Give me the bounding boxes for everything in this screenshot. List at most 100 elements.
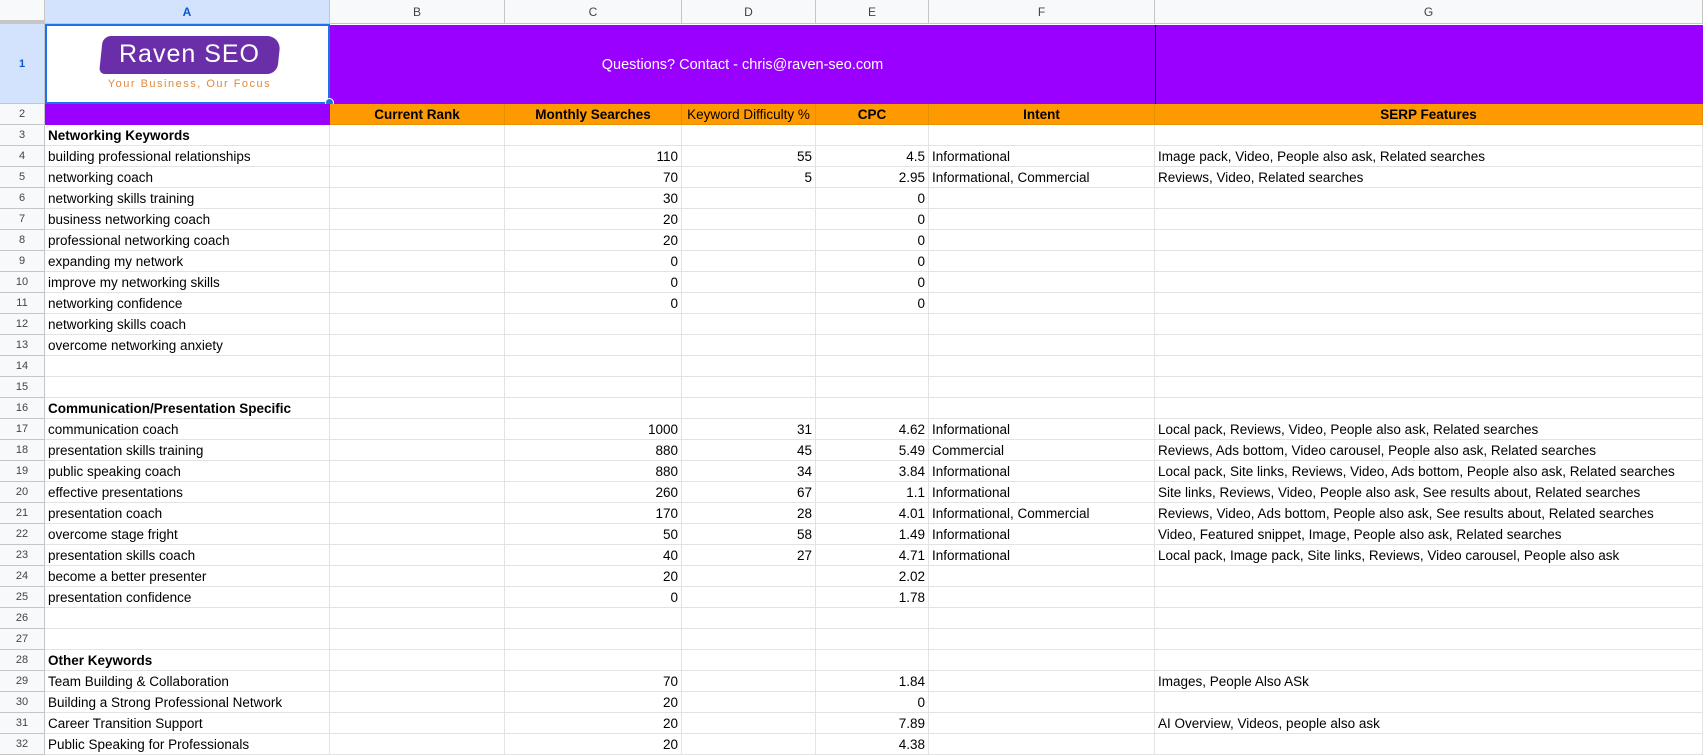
column-header-c[interactable]: C [505, 0, 682, 24]
cell-g28[interactable] [1155, 650, 1703, 671]
row-header-8[interactable]: 8 [0, 230, 45, 251]
cell-g9[interactable] [1155, 251, 1703, 272]
cell-b28[interactable] [330, 650, 505, 671]
cell-f21[interactable]: Informational, Commercial [929, 503, 1155, 524]
select-all-corner[interactable] [0, 0, 45, 24]
row-header-3[interactable]: 3 [0, 125, 45, 146]
cell-b12[interactable] [330, 314, 505, 335]
cell-b27[interactable] [330, 629, 505, 650]
cell-c28[interactable] [505, 650, 682, 671]
row-header-12[interactable]: 12 [0, 314, 45, 335]
cell-g20[interactable]: Site links, Reviews, Video, People also … [1155, 482, 1703, 503]
cell-e20[interactable]: 1.1 [816, 482, 929, 503]
cell-e12[interactable] [816, 314, 929, 335]
cell-f4[interactable]: Informational [929, 146, 1155, 167]
cell-d5[interactable]: 5 [682, 167, 816, 188]
cell-e3[interactable] [816, 125, 929, 146]
cell-b5[interactable] [330, 167, 505, 188]
cell-c22[interactable]: 50 [505, 524, 682, 545]
column-header-b[interactable]: B [330, 0, 505, 24]
cell-e24[interactable]: 2.02 [816, 566, 929, 587]
cell-d9[interactable] [682, 251, 816, 272]
cell-e8[interactable]: 0 [816, 230, 929, 251]
cell-c5[interactable]: 70 [505, 167, 682, 188]
cell-f8[interactable] [929, 230, 1155, 251]
cell-a10[interactable]: improve my networking skills [45, 272, 330, 293]
cell-a14[interactable] [45, 356, 330, 377]
cell-f7[interactable] [929, 209, 1155, 230]
cell-e26[interactable] [816, 608, 929, 629]
row-header-23[interactable]: 23 [0, 545, 45, 566]
cell-g17[interactable]: Local pack, Reviews, Video, People also … [1155, 419, 1703, 440]
cell-g30[interactable] [1155, 692, 1703, 713]
cell-e30[interactable]: 0 [816, 692, 929, 713]
cell-d30[interactable] [682, 692, 816, 713]
cell-a8[interactable]: professional networking coach [45, 230, 330, 251]
banner-cell-g1[interactable] [1155, 25, 1703, 104]
cell-g18[interactable]: Reviews, Ads bottom, Video carousel, Peo… [1155, 440, 1703, 461]
row-header-6[interactable]: 6 [0, 188, 45, 209]
cell-d17[interactable]: 31 [682, 419, 816, 440]
cell-e25[interactable]: 1.78 [816, 587, 929, 608]
cell-e27[interactable] [816, 629, 929, 650]
cell-a29[interactable]: Team Building & Collaboration [45, 671, 330, 692]
cell-f5[interactable]: Informational, Commercial [929, 167, 1155, 188]
row-header-17[interactable]: 17 [0, 419, 45, 440]
row-header-18[interactable]: 18 [0, 440, 45, 461]
cell-d15[interactable] [682, 377, 816, 398]
column-header-d[interactable]: D [682, 0, 816, 24]
cell-g26[interactable] [1155, 608, 1703, 629]
cell-f16[interactable] [929, 398, 1155, 419]
cell-c25[interactable]: 0 [505, 587, 682, 608]
cell-a20[interactable]: effective presentations [45, 482, 330, 503]
cell-g16[interactable] [1155, 398, 1703, 419]
cell-a32[interactable]: Public Speaking for Professionals [45, 734, 330, 755]
cell-e18[interactable]: 5.49 [816, 440, 929, 461]
cell-a27[interactable] [45, 629, 330, 650]
cell-d23[interactable]: 27 [682, 545, 816, 566]
cell-e6[interactable]: 0 [816, 188, 929, 209]
cell-d26[interactable] [682, 608, 816, 629]
cell-a23[interactable]: presentation skills coach [45, 545, 330, 566]
cell-c19[interactable]: 880 [505, 461, 682, 482]
cell-e29[interactable]: 1.84 [816, 671, 929, 692]
cell-b24[interactable] [330, 566, 505, 587]
cell-a1-logo[interactable]: Raven SEO Your Business, Our Focus [45, 24, 330, 104]
cell-e16[interactable] [816, 398, 929, 419]
cell-a9[interactable]: expanding my network [45, 251, 330, 272]
cell-c17[interactable]: 1000 [505, 419, 682, 440]
row-header-15[interactable]: 15 [0, 377, 45, 398]
cell-a28[interactable]: Other Keywords [45, 650, 330, 671]
cell-f13[interactable] [929, 335, 1155, 356]
row-header-28[interactable]: 28 [0, 650, 45, 671]
cell-b19[interactable] [330, 461, 505, 482]
cell-d32[interactable] [682, 734, 816, 755]
row-header-7[interactable]: 7 [0, 209, 45, 230]
column-header-a[interactable]: A [45, 0, 330, 24]
row-header-32[interactable]: 32 [0, 734, 45, 755]
cell-e11[interactable]: 0 [816, 293, 929, 314]
cell-d6[interactable] [682, 188, 816, 209]
cell-g23[interactable]: Local pack, Image pack, Site links, Revi… [1155, 545, 1703, 566]
cell-f12[interactable] [929, 314, 1155, 335]
cell-e21[interactable]: 4.01 [816, 503, 929, 524]
cell-a17[interactable]: communication coach [45, 419, 330, 440]
cell-a31[interactable]: Career Transition Support [45, 713, 330, 734]
cell-b32[interactable] [330, 734, 505, 755]
cell-e22[interactable]: 1.49 [816, 524, 929, 545]
row-header-2[interactable]: 2 [0, 104, 45, 125]
cell-d25[interactable] [682, 587, 816, 608]
cell-c23[interactable]: 40 [505, 545, 682, 566]
cell-c14[interactable] [505, 356, 682, 377]
cell-g32[interactable] [1155, 734, 1703, 755]
cell-b18[interactable] [330, 440, 505, 461]
cell-d21[interactable]: 28 [682, 503, 816, 524]
contact-banner-cell[interactable]: Questions? Contact - chris@raven-seo.com [330, 25, 1155, 104]
row-header-24[interactable]: 24 [0, 566, 45, 587]
cell-f15[interactable] [929, 377, 1155, 398]
cell-f20[interactable]: Informational [929, 482, 1155, 503]
cell-d7[interactable] [682, 209, 816, 230]
cell-d31[interactable] [682, 713, 816, 734]
cell-c8[interactable]: 20 [505, 230, 682, 251]
cell-g11[interactable] [1155, 293, 1703, 314]
